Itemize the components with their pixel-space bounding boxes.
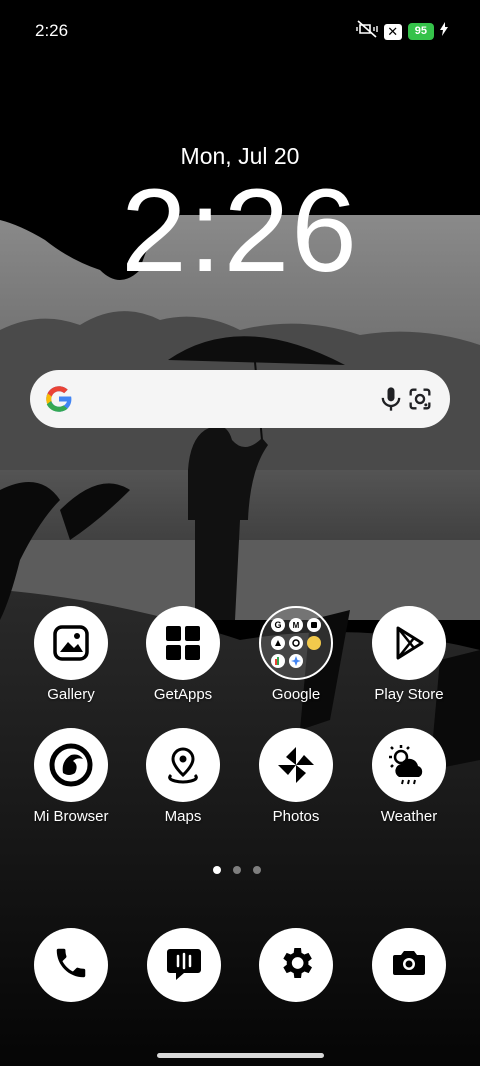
charging-bolt-icon <box>440 22 448 41</box>
app-photos[interactable]: Photos <box>241 728 351 825</box>
app-label: Google <box>271 686 321 703</box>
play-store-icon <box>372 606 446 680</box>
status-time: 2:26 <box>35 21 69 40</box>
getapps-icon <box>146 606 220 680</box>
svg-text:M: M <box>293 621 300 630</box>
dock-phone[interactable] <box>34 928 108 1002</box>
dock-settings[interactable] <box>259 928 333 1002</box>
page-dot[interactable] <box>253 866 261 874</box>
lens-icon[interactable] <box>406 385 434 413</box>
app-label: Gallery <box>47 686 95 703</box>
gallery-icon <box>34 606 108 680</box>
dock-camera[interactable] <box>372 928 446 1002</box>
app-label: Photos <box>272 808 320 825</box>
app-play-store[interactable]: Play Store <box>354 606 464 703</box>
phone-icon <box>52 944 90 987</box>
mute-vibrate-icon <box>356 20 378 43</box>
page-dot[interactable] <box>213 866 221 874</box>
app-label: Play Store <box>374 686 444 703</box>
camera-icon <box>389 943 429 988</box>
google-g-icon <box>42 382 76 416</box>
messages-icon <box>165 944 203 987</box>
weather-icon <box>372 728 446 802</box>
clock-widget[interactable]: 2:26 <box>0 172 480 290</box>
settings-icon <box>276 943 316 988</box>
page-dot[interactable] <box>233 866 241 874</box>
app-label: Weather <box>380 808 438 825</box>
app-weather[interactable]: Weather <box>354 728 464 825</box>
battery-icon: 95 <box>407 23 434 40</box>
page-indicator[interactable] <box>213 866 261 874</box>
app-mi-browser[interactable]: Mi Browser <box>16 728 126 825</box>
app-gallery[interactable]: Gallery <box>16 606 126 703</box>
gesture-nav-bar[interactable] <box>157 1053 324 1058</box>
google-folder-icon: G M <box>259 606 333 680</box>
dock-messages[interactable] <box>147 928 221 1002</box>
svg-text:G: G <box>274 620 281 630</box>
app-google-folder[interactable]: G M Google <box>241 606 351 703</box>
status-bar: 2:26 ✕ 95 <box>0 0 480 62</box>
mi-browser-icon <box>34 728 108 802</box>
maps-icon <box>146 728 220 802</box>
x-notification-icon: ✕ <box>383 23 402 40</box>
app-maps[interactable]: Maps <box>128 728 238 825</box>
app-label: Maps <box>164 808 202 825</box>
app-label: Mi Browser <box>33 808 109 825</box>
status-icons: ✕ 95 <box>356 20 448 43</box>
google-search-bar[interactable] <box>30 370 450 428</box>
app-getapps[interactable]: GetApps <box>128 606 238 703</box>
photos-icon <box>259 728 333 802</box>
mic-icon[interactable] <box>377 385 405 413</box>
app-label: GetApps <box>153 686 213 703</box>
